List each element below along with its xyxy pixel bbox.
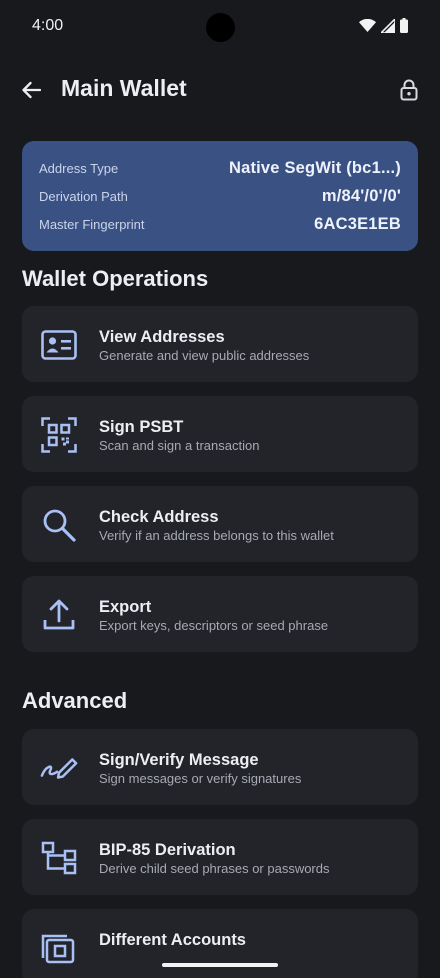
op-subtitle: Sign messages or verify signatures [99,771,302,786]
section-title-operations: Wallet Operations [22,266,209,291]
address-type-row: Address Type Native SegWit (bc1...) [39,157,401,179]
upload-icon [40,596,78,634]
op-title: BIP-85 Derivation [99,841,236,859]
sign-psbt-card[interactable]: Sign PSBT Scan and sign a transaction [22,396,418,472]
op-subtitle: Verify if an address belongs to this wal… [99,528,334,543]
arrow-back-icon [22,81,41,99]
status-time: 4:00 [32,17,64,34]
page-title: Main Wallet [61,75,187,101]
id-card-icon [40,326,78,364]
camera-cutout [206,13,235,42]
section-title-advanced: Advanced [22,688,128,713]
search-icon [40,506,78,544]
home-indicator[interactable] [162,963,278,967]
wifi-icon [359,19,376,32]
op-subtitle: Export keys, descriptors or seed phrase [99,618,329,633]
app-bar: Main Wallet [0,66,440,114]
qr-scan-icon [40,416,78,454]
fingerprint-value: 6AC3E1EB [314,214,401,233]
status-bar: 4:00 [0,0,440,56]
op-title: View Addresses [99,328,225,346]
battery-icon [400,18,408,33]
view-addresses-card[interactable]: View Addresses Generate and view public … [22,306,418,382]
op-subtitle: Generate and view public addresses [99,348,310,363]
op-subtitle: Scan and sign a transaction [99,438,260,453]
accounts-icon [40,929,78,967]
wallet-screen: 4:00 Main Wallet Address Type Native Seg… [0,0,440,978]
check-address-card[interactable]: Check Address Verify if an address belon… [22,486,418,562]
op-title: Export [99,598,152,616]
wallet-info-card: Address Type Native SegWit (bc1...) Deri… [22,141,418,251]
lock-icon [400,79,418,101]
address-type-value: Native SegWit (bc1...) [228,158,401,177]
bip85-derivation-card[interactable]: BIP-85 Derivation Derive child seed phra… [22,819,418,895]
op-subtitle: Derive child seed phrases or passwords [99,861,330,876]
address-type-label: Address Type [39,160,119,176]
fingerprint-row: Master Fingerprint 6AC3E1EB [39,213,401,235]
export-card[interactable]: Export Export keys, descriptors or seed … [22,576,418,652]
tree-icon [40,839,78,877]
op-title: Sign PSBT [99,418,184,436]
op-title: Different Accounts [99,931,246,949]
back-button[interactable] [16,76,46,104]
derivation-path-row: Derivation Path m/84'/0'/0' [39,185,401,207]
derivation-path-value: m/84'/0'/0' [321,186,401,205]
derivation-path-label: Derivation Path [39,188,128,204]
sign-verify-message-card[interactable]: Sign/Verify Message Sign messages or ver… [22,729,418,805]
op-title: Sign/Verify Message [99,751,259,769]
signature-icon [40,749,78,787]
different-accounts-card[interactable]: Different Accounts [22,909,418,978]
lock-button[interactable] [396,76,422,104]
fingerprint-label: Master Fingerprint [39,216,145,232]
op-title: Check Address [99,508,219,526]
status-icons [359,18,408,33]
cell-signal-icon [381,18,395,33]
